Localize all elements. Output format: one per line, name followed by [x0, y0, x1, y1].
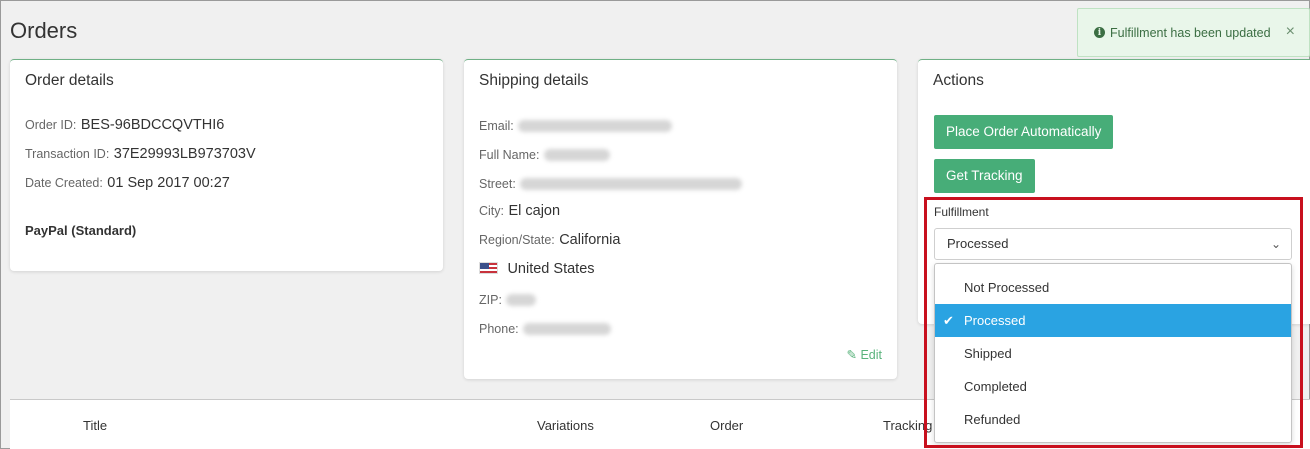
email-label: Email:	[479, 119, 514, 133]
place-order-automatically-button[interactable]: Place Order Automatically	[934, 115, 1114, 149]
transaction-id-label: Transaction ID:	[25, 147, 110, 161]
shipping-details-title: Shipping details	[479, 72, 589, 89]
city-row: City: El cajon	[479, 202, 560, 220]
pencil-icon: ✎	[846, 348, 857, 362]
zip-redacted	[506, 293, 537, 306]
phone-label: Phone:	[479, 322, 519, 336]
date-created-value: 01 Sep 2017 00:27	[107, 175, 230, 191]
phone-redacted	[523, 322, 612, 335]
order-details-title: Order details	[25, 72, 114, 89]
zip-label: ZIP:	[479, 293, 502, 307]
edit-label: Edit	[860, 348, 882, 362]
full-name-label: Full Name:	[479, 148, 540, 162]
order-details-card: Order details Order ID: BES-96BDCCQVTHI6…	[10, 59, 443, 271]
order-id-value: BES-96BDCCQVTHI6	[80, 117, 225, 133]
column-header-variations: Variations	[537, 418, 594, 433]
toast-message: Fulfillment has been updated	[1110, 25, 1271, 40]
order-id-label: Order ID:	[25, 118, 77, 132]
success-toast: i Fulfillment has been updated ×	[1077, 8, 1310, 57]
region-row: Region/State: California	[479, 231, 620, 249]
close-icon[interactable]: ×	[1286, 23, 1295, 41]
city-label: City:	[479, 204, 504, 218]
city-value: El cajon	[508, 203, 561, 219]
full-name-row: Full Name:	[479, 146, 610, 164]
phone-row: Phone:	[479, 320, 612, 338]
us-flag-icon	[479, 262, 498, 274]
transaction-id-row: Transaction ID: 37E29993LB973703V	[25, 145, 256, 163]
date-created-label: Date Created:	[25, 176, 103, 190]
get-tracking-button[interactable]: Get Tracking	[934, 159, 1035, 193]
street-redacted	[520, 177, 743, 190]
info-icon: i	[1094, 27, 1105, 38]
full-name-redacted	[543, 148, 610, 161]
page-title: Orders	[10, 18, 78, 43]
country-value: United States	[507, 261, 595, 277]
order-id-row: Order ID: BES-96BDCCQVTHI6	[25, 116, 224, 134]
region-value: California	[559, 232, 621, 248]
street-label: Street:	[479, 177, 516, 191]
column-header-order: Order	[710, 418, 744, 433]
email-row: Email:	[479, 117, 673, 135]
country-row: United States	[479, 260, 595, 278]
date-created-row: Date Created: 01 Sep 2017 00:27	[25, 174, 230, 192]
column-header-title: Title	[83, 418, 108, 433]
edit-shipping-link[interactable]: ✎ Edit	[846, 347, 882, 362]
email-redacted	[518, 119, 673, 132]
highlight-box	[924, 197, 1303, 448]
shipping-details-card: Shipping details Email: Full Name: Stree…	[464, 59, 897, 379]
transaction-id-value: 37E29993LB973703V	[113, 146, 256, 162]
payment-method: PayPal (Standard)	[25, 223, 137, 238]
region-label: Region/State:	[479, 233, 555, 247]
zip-row: ZIP:	[479, 291, 537, 309]
actions-title: Actions	[933, 72, 984, 89]
street-row: Street:	[479, 175, 743, 193]
